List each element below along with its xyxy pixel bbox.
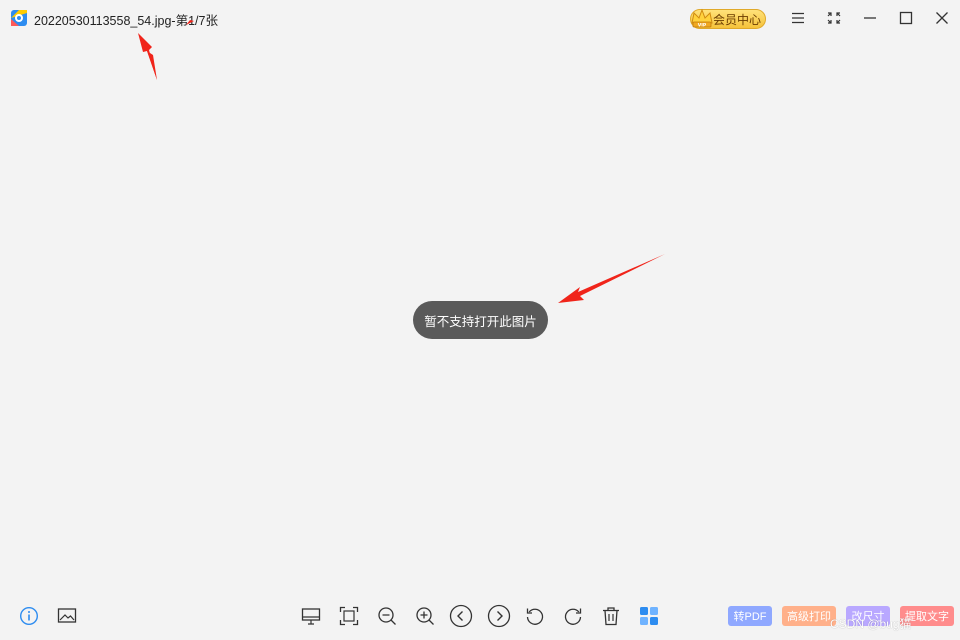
grid-view-icon [640, 607, 658, 625]
close-icon [936, 12, 948, 24]
chevron-right-circle-icon [487, 604, 511, 628]
rotate-right-icon [564, 608, 582, 625]
fullscreen-icon [827, 12, 841, 24]
convert-pdf-button[interactable]: 转PDF [728, 606, 772, 626]
minimize-button[interactable] [858, 6, 882, 30]
previous-image-button[interactable] [449, 604, 473, 628]
info-icon [19, 606, 39, 626]
rotate-left-button[interactable] [523, 604, 547, 628]
image-icon [57, 608, 77, 623]
window-title: 20220530113558_54.jpg-第1/7张 [34, 14, 218, 28]
rotate-right-button[interactable] [561, 604, 585, 628]
next-image-button[interactable] [487, 604, 511, 628]
info-button[interactable] [17, 604, 41, 628]
monitor-icon [301, 608, 321, 625]
annotation-arrow-toast [558, 254, 665, 303]
zoom-in-button[interactable] [413, 604, 437, 628]
vip-center-button[interactable]: VIP 会员中心 [690, 8, 766, 29]
minimize-icon [864, 17, 876, 19]
delete-button[interactable] [599, 604, 623, 628]
maximize-button[interactable] [894, 6, 918, 30]
vip-crown-icon: VIP [691, 8, 713, 28]
zoom-out-button[interactable] [375, 604, 399, 628]
fullscreen-button[interactable] [822, 6, 846, 30]
slideshow-button[interactable] [299, 604, 323, 628]
zoom-in-icon [416, 607, 434, 625]
annotation-arrow-title [138, 33, 157, 80]
title-bar: 20220530113558_54.jpg-第1/7张 VIP 会员中心 [0, 0, 960, 36]
unsupported-image-toast: 暂不支持打开此图片 [413, 301, 548, 339]
vip-center-label: 会员中心 [713, 12, 762, 27]
menu-button[interactable] [786, 6, 810, 30]
app-logo-icon [11, 10, 27, 26]
svg-text:VIP: VIP [698, 22, 707, 28]
rotate-left-icon [526, 608, 544, 625]
chevron-left-circle-icon [449, 604, 473, 628]
advanced-print-button[interactable]: 高级打印 [782, 606, 836, 626]
maximize-icon [899, 11, 913, 25]
grid-view-button[interactable] [637, 604, 661, 628]
image-thumbnail-button[interactable] [55, 604, 79, 628]
trash-icon [603, 607, 619, 626]
fit-screen-icon [339, 606, 359, 626]
fit-window-button[interactable] [337, 604, 361, 628]
hamburger-menu-icon [792, 12, 804, 24]
csdn-watermark: CSDN @bug猫 [830, 617, 912, 631]
zoom-out-icon [378, 607, 396, 625]
close-button[interactable] [930, 6, 954, 30]
